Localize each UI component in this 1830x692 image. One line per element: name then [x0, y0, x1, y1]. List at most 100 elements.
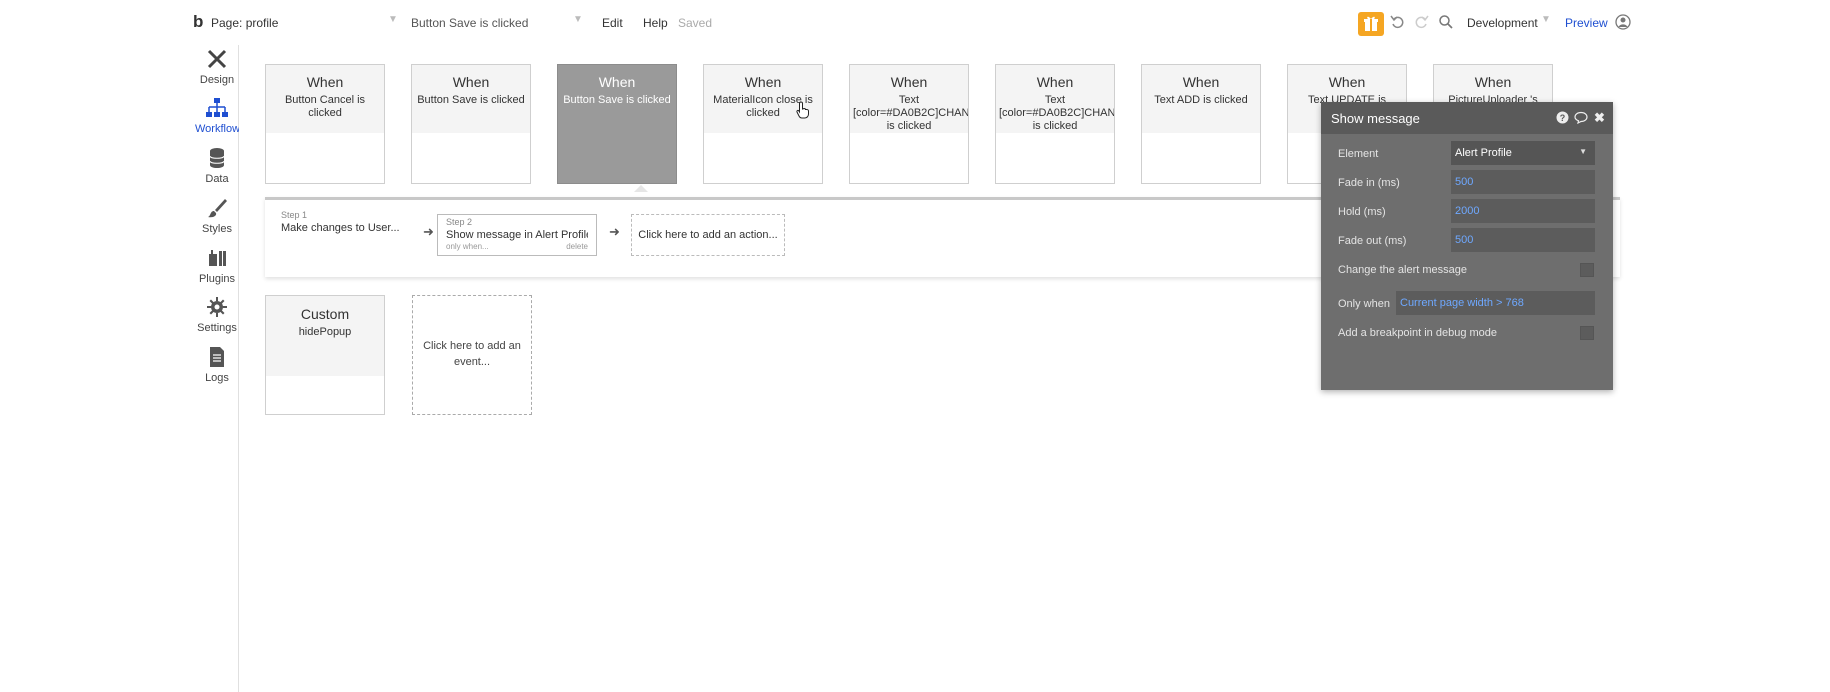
arrow-right-icon: ➜: [609, 224, 620, 239]
step-1[interactable]: Step 1 Make changes to User...: [281, 210, 426, 252]
breakpoint-label: Add a breakpoint in debug mode: [1338, 327, 1498, 339]
workflow-canvas: When Button Cancel is clicked When Butto…: [239, 45, 1638, 692]
data-icon: [209, 148, 225, 168]
sidebar-item-label: Design: [199, 74, 235, 86]
sidebar: Design Workflow Data Styles Plugins Sett…: [195, 45, 251, 692]
step-label: Step 1: [281, 210, 308, 220]
hand-cursor-icon: [796, 101, 809, 119]
event-when: When: [744, 74, 782, 90]
event-when: When: [1474, 74, 1512, 90]
selection-pointer: [634, 185, 648, 192]
help-icon[interactable]: ?: [1556, 111, 1569, 127]
svg-text:?: ?: [1560, 113, 1566, 123]
close-icon[interactable]: ✖: [1594, 110, 1605, 126]
fade-out-label: Fade out (ms): [1338, 235, 1407, 247]
fade-out-row: Fade out (ms) 500: [1321, 228, 1613, 254]
environment-selector[interactable]: Development: [1467, 16, 1538, 30]
event-card[interactable]: When Text ADD is clicked: [1141, 64, 1261, 184]
chevron-down-icon: ▼: [573, 14, 583, 25]
custom-event-card[interactable]: Custom hidePopup: [265, 295, 385, 415]
sidebar-item-design[interactable]: Design: [195, 48, 239, 86]
change-alert-checkbox[interactable]: [1580, 263, 1594, 277]
fade-in-row: Fade in (ms) 500: [1321, 170, 1613, 196]
only-when-row: Only when Current page width > 768: [1321, 291, 1613, 317]
fade-out-input[interactable]: 500: [1451, 228, 1595, 252]
edit-menu[interactable]: Edit: [602, 16, 623, 30]
plugins-icon: [209, 250, 226, 266]
hold-input[interactable]: 2000: [1451, 199, 1595, 223]
event-card[interactable]: When Text [color=#DA0B2C]CHANGE is click…: [849, 64, 969, 184]
arrow-right-icon: ➜: [423, 224, 434, 239]
event-when: When: [306, 74, 344, 90]
event-when: When: [598, 74, 636, 90]
event-description: Button Save is clicked: [563, 94, 671, 106]
sidebar-item-label: Styles: [202, 223, 232, 235]
hold-label: Hold (ms): [1338, 206, 1386, 218]
bubble-logo[interactable]: b: [193, 12, 203, 32]
event-card[interactable]: When Text [color=#DA0B2C]CHANGE is click…: [995, 64, 1115, 184]
sidebar-item-plugins[interactable]: Plugins: [195, 247, 239, 285]
sidebar-item-label: Workflow: [195, 123, 241, 135]
popup-header: Show message ? ✖: [1321, 102, 1613, 134]
help-menu[interactable]: Help: [643, 16, 668, 30]
redo-icon[interactable]: [1413, 14, 1429, 33]
account-icon[interactable]: [1615, 14, 1631, 33]
preview-button[interactable]: Preview: [1565, 16, 1608, 30]
event-card[interactable]: When Button Save is clicked: [411, 64, 531, 184]
change-alert-label: Change the alert message: [1338, 264, 1468, 276]
breakpoint-checkbox[interactable]: [1580, 326, 1594, 340]
only-when-link[interactable]: only when...: [446, 242, 489, 251]
event-when: When: [890, 74, 928, 90]
event-description: Text [color=#DA0B2C]CHANGE is clicked: [999, 94, 1114, 132]
add-event-button[interactable]: Click here to add an event...: [412, 295, 532, 415]
event-when: When: [1036, 74, 1074, 90]
element-select[interactable]: Alert Profile ▼: [1451, 141, 1595, 165]
event-card[interactable]: When Button Cancel is clicked: [265, 64, 385, 184]
sidebar-item-settings[interactable]: Settings: [195, 296, 239, 334]
fade-in-label: Fade in (ms): [1338, 177, 1400, 189]
design-icon: [207, 49, 227, 69]
event-description: Button Save is clicked: [417, 94, 525, 106]
element-row: Element Alert Profile ▼: [1321, 141, 1613, 167]
bubble-editor: b Page: profile ▼ Button Save is clicked…: [193, 0, 1638, 692]
event-description: Text [color=#DA0B2C]CHANGE is clicked: [853, 94, 968, 132]
event-card[interactable]: When MaterialIcon close is clicked: [703, 64, 823, 184]
gift-icon[interactable]: [1358, 12, 1384, 36]
settings-icon: [207, 297, 227, 317]
add-action-button[interactable]: Click here to add an action...: [631, 214, 785, 256]
only-when-condition[interactable]: Current page width > 768: [1396, 291, 1595, 315]
event-description: Text ADD is clicked: [1154, 94, 1248, 106]
change-alert-row: Change the alert message: [1321, 257, 1613, 283]
chevron-down-icon: ▼: [1541, 14, 1551, 25]
top-bar: b Page: profile ▼ Button Save is clicked…: [193, 0, 1638, 45]
delete-step-link[interactable]: delete: [566, 242, 588, 251]
sidebar-item-label: Data: [205, 173, 229, 185]
undo-icon[interactable]: [1390, 14, 1406, 33]
sidebar-item-label: Logs: [205, 372, 229, 384]
styles-icon: [208, 199, 227, 218]
event-when: When: [1328, 74, 1366, 90]
sidebar-item-styles[interactable]: Styles: [195, 197, 239, 235]
search-icon[interactable]: [1438, 14, 1454, 33]
sidebar-item-data[interactable]: Data: [195, 147, 239, 185]
sidebar-item-label: Settings: [197, 322, 237, 334]
step-2[interactable]: Step 2 Show message in Alert Profile onl…: [437, 214, 597, 256]
chevron-down-icon: ▼: [388, 14, 398, 25]
hold-row: Hold (ms) 2000: [1321, 199, 1613, 225]
saved-status: Saved: [678, 16, 713, 30]
event-card-selected[interactable]: When Button Save is clicked: [557, 64, 677, 184]
comment-icon[interactable]: [1574, 111, 1588, 127]
sidebar-item-logs[interactable]: Logs: [195, 346, 239, 384]
logs-icon: [210, 347, 224, 367]
sidebar-item-workflow[interactable]: Workflow: [195, 97, 241, 135]
event-selector[interactable]: Button Save is clicked: [411, 16, 528, 30]
step-action: Make changes to User...: [281, 222, 400, 234]
page-selector[interactable]: Page: profile: [211, 16, 278, 30]
fade-in-input[interactable]: 500: [1451, 170, 1595, 194]
event-when: When: [1182, 74, 1220, 90]
chevron-down-icon: ▼: [1579, 147, 1587, 156]
step-action: Show message in Alert Profile: [446, 229, 588, 241]
sidebar-item-label: Plugins: [198, 273, 236, 285]
element-label: Element: [1338, 148, 1379, 160]
breakpoint-row: Add a breakpoint in debug mode: [1321, 320, 1613, 346]
